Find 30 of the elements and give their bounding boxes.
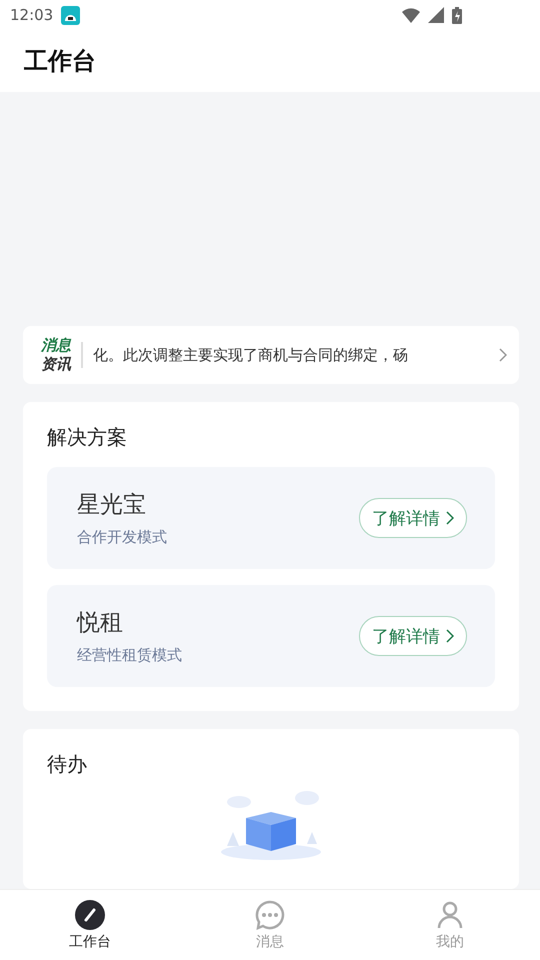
signal-icon: [428, 7, 444, 23]
tab[interactable]: 工作台: [0, 890, 180, 960]
tab-label: 工作台: [69, 932, 111, 950]
wifi-icon: [402, 8, 420, 22]
section-title: 待办: [47, 751, 88, 778]
person-icon: [435, 900, 465, 930]
chevron-right-icon: [446, 511, 454, 525]
tab-label: 我的: [436, 932, 464, 950]
news-text: 化。此次调整主要实现了商机与合同的绑定，砀: [93, 346, 409, 364]
chevron-right-icon: [446, 629, 454, 643]
battery-icon: [452, 6, 462, 24]
section-title: 解决方案: [47, 424, 128, 451]
solution-name: 悦租: [77, 609, 124, 638]
status-time: 12:03: [10, 6, 54, 24]
pen-circle-icon: [75, 900, 105, 930]
tab[interactable]: 我的: [360, 890, 540, 960]
chevron-right-icon: [499, 348, 507, 362]
details-button[interactable]: 了解详情: [359, 616, 467, 656]
news-label: 消息: [41, 336, 71, 355]
solution-name: 星光宝: [77, 491, 147, 520]
solution-subtitle: 合作开发模式: [77, 528, 168, 547]
solution-subtitle: 经营性租赁模式: [77, 646, 183, 665]
details-button[interactable]: 了解详情: [359, 498, 467, 538]
tab[interactable]: 消息: [180, 890, 360, 960]
tab-label: 消息: [256, 932, 284, 950]
page-title: 工作台: [24, 46, 96, 77]
chat-icon: [255, 900, 285, 930]
news-label: 资讯: [41, 355, 71, 374]
news-ticker[interactable]: 消息 资讯 化。此次调整主要实现了商机与合同的绑定，砀: [23, 326, 519, 384]
app-notification-icon: [61, 6, 80, 24]
